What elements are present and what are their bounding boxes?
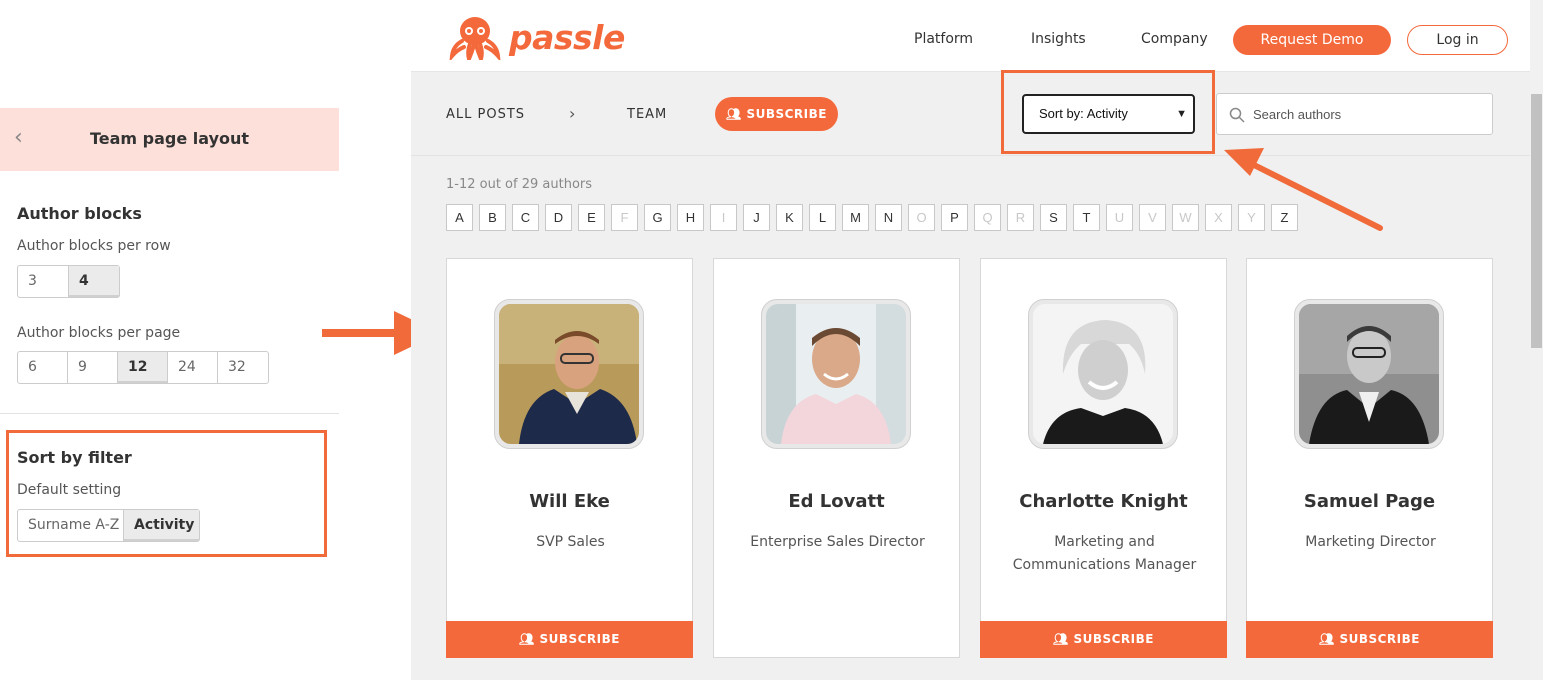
breadcrumb-all-posts[interactable]: ALL POSTS (446, 107, 525, 122)
card-subscribe-button[interactable]: 👥︎ SUBSCRIBE (1246, 621, 1493, 658)
panel-header: ‹ Team page layout (0, 108, 339, 171)
sort-option-surname[interactable]: Surname A-Z (18, 510, 124, 541)
author-name[interactable]: Will Eke (447, 491, 692, 512)
annotation-arrow-up-left (1224, 148, 1383, 231)
default-setting-label: Default setting (17, 482, 122, 498)
nav-company[interactable]: Company (1141, 31, 1208, 47)
alphabet-filter: ABCDEFGHIJKLMNOPQRSTUVWXYZ (446, 204, 1304, 231)
letter-filter-d[interactable]: D (545, 204, 572, 231)
sort-default-selector: Surname A-Z Activity (17, 509, 200, 542)
per-row-option-3[interactable]: 3 (18, 266, 69, 297)
per-row-label: Author blocks per row (17, 238, 171, 254)
author-name[interactable]: Ed Lovatt (714, 491, 959, 512)
author-role: Marketing and Communications Manager (1012, 534, 1197, 573)
sort-filter-title: Sort by filter (17, 448, 132, 467)
site-navbar: passle Platform Insights Company Request… (411, 0, 1530, 72)
author-card[interactable]: Will Eke SVP Sales 👥︎ SUBSCRIBE (446, 258, 693, 658)
letter-filter-k[interactable]: K (776, 204, 803, 231)
request-demo-button[interactable]: Request Demo (1233, 25, 1391, 55)
per-page-option-12[interactable]: 12 (118, 352, 168, 383)
letter-filter-l[interactable]: L (809, 204, 836, 231)
author-count: 1-12 out of 29 authors (446, 177, 593, 192)
page-scrollbar[interactable] (1530, 0, 1543, 680)
letter-filter-e[interactable]: E (578, 204, 605, 231)
letter-filter-b[interactable]: B (479, 204, 506, 231)
letter-filter-q: Q (974, 204, 1001, 231)
per-page-option-32[interactable]: 32 (218, 352, 268, 383)
letter-filter-i: I (710, 204, 737, 231)
letter-filter-o: O (908, 204, 935, 231)
letter-filter-r: R (1007, 204, 1034, 231)
card-subscribe-label: SUBSCRIBE (1339, 632, 1420, 646)
letter-filter-u: U (1106, 204, 1133, 231)
subscribe-people-icon: 👥︎ (726, 107, 742, 121)
letter-filter-v: V (1139, 204, 1166, 231)
letter-filter-c[interactable]: C (512, 204, 539, 231)
sort-option-activity[interactable]: Activity (124, 510, 199, 541)
logo-text: passle (509, 17, 625, 57)
chevron-right-icon: › (569, 104, 576, 123)
sort-select-highlight (1001, 70, 1215, 154)
per-page-option-24[interactable]: 24 (168, 352, 218, 383)
author-name[interactable]: Charlotte Knight (981, 491, 1226, 512)
octopus-logo-icon (449, 17, 501, 60)
per-row-option-4[interactable]: 4 (69, 266, 119, 297)
site-preview: passle Platform Insights Company Request… (411, 0, 1530, 680)
letter-filter-t[interactable]: T (1073, 204, 1100, 231)
per-page-label: Author blocks per page (17, 325, 181, 341)
avatar (1294, 299, 1444, 449)
card-subscribe-button[interactable]: 👥︎ SUBSCRIBE (980, 621, 1227, 658)
avatar (761, 299, 911, 449)
letter-filter-g[interactable]: G (644, 204, 671, 231)
author-name[interactable]: Samuel Page (1247, 491, 1492, 512)
card-subscribe-label: SUBSCRIBE (1073, 632, 1154, 646)
per-page-option-6[interactable]: 6 (18, 352, 68, 383)
author-card[interactable]: Charlotte Knight Marketing and Communica… (980, 258, 1227, 658)
search-placeholder: Search authors (1253, 107, 1342, 122)
letter-filter-j[interactable]: J (743, 204, 770, 231)
login-button[interactable]: Log in (1407, 25, 1508, 55)
letter-filter-n[interactable]: N (875, 204, 902, 231)
search-authors[interactable]: Search authors (1216, 93, 1493, 135)
panel-divider (0, 413, 339, 414)
subscribe-people-icon: 👥︎ (519, 632, 535, 646)
author-card[interactable]: Samuel Page Marketing Director 👥︎ SUBSCR… (1246, 258, 1493, 658)
letter-filter-s[interactable]: S (1040, 204, 1067, 231)
letter-filter-m[interactable]: M (842, 204, 869, 231)
per-row-selector: 3 4 (17, 265, 120, 298)
letter-filter-p[interactable]: P (941, 204, 968, 231)
subscribe-button[interactable]: 👥︎ SUBSCRIBE (715, 97, 838, 131)
passle-logo[interactable]: passle (449, 14, 625, 60)
subscribe-people-icon: 👥︎ (1053, 632, 1069, 646)
author-card[interactable]: Ed Lovatt Enterprise Sales Director (713, 258, 960, 658)
nav-platform[interactable]: Platform (914, 31, 973, 47)
scrollbar-thumb[interactable] (1531, 94, 1542, 348)
search-icon (1229, 107, 1245, 123)
avatar (1028, 299, 1178, 449)
avatar (494, 299, 644, 449)
breadcrumb-team[interactable]: TEAM (627, 107, 667, 122)
per-page-selector: 6 9 12 24 32 (17, 351, 269, 384)
panel-title: Team page layout (89, 129, 250, 148)
author-role: Enterprise Sales Director (750, 534, 925, 550)
letter-filter-f: F (611, 204, 638, 231)
subscribe-label: SUBSCRIBE (746, 107, 827, 121)
author-blocks-title: Author blocks (17, 204, 142, 223)
subscribe-people-icon: 👥︎ (1319, 632, 1335, 646)
card-subscribe-label: SUBSCRIBE (539, 632, 620, 646)
author-role: SVP Sales (536, 534, 605, 550)
letter-filter-w: W (1172, 204, 1199, 231)
nav-insights[interactable]: Insights (1031, 31, 1086, 47)
letter-filter-a[interactable]: A (446, 204, 473, 231)
author-role: Marketing Director (1305, 534, 1436, 550)
per-page-option-9[interactable]: 9 (68, 352, 118, 383)
card-subscribe-button[interactable]: 👥︎ SUBSCRIBE (446, 621, 693, 658)
letter-filter-h[interactable]: H (677, 204, 704, 231)
